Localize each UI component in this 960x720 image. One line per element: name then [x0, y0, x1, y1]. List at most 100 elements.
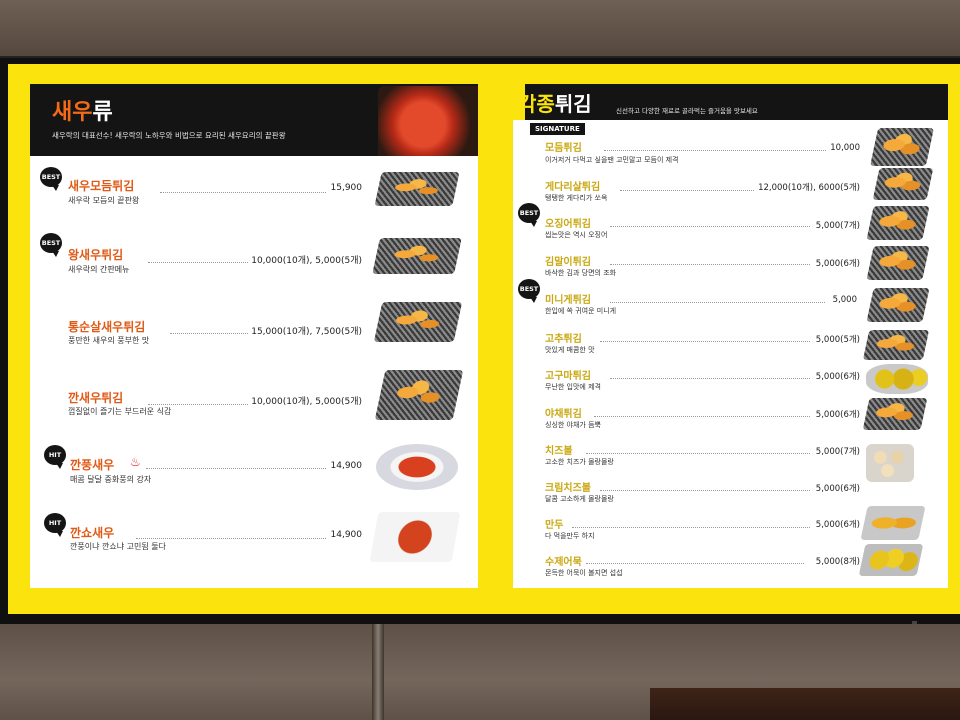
counter	[650, 688, 960, 720]
menu-item-desc: 씹는맛은 역시 오징어	[545, 231, 608, 239]
menu-item-name: 크림치즈볼	[545, 483, 591, 494]
menu-item-price: 5,000(6개)	[815, 372, 860, 382]
menu-item-name: 새우모듬튀김	[68, 179, 135, 193]
title-rest: 류	[92, 100, 113, 125]
menu-item-name: 미니게튀김	[545, 295, 591, 306]
menu-item-name: 고추튀김	[545, 334, 582, 345]
dotted-leader	[610, 264, 810, 265]
menu-item-price: 15,000(10개), 7,500(5개)	[251, 327, 362, 337]
menu-item-desc: 새우락의 간판메뉴	[68, 265, 130, 274]
menu-item-price: 5,000(6개)	[815, 259, 860, 269]
menu-item-name: 수제어묵	[545, 557, 582, 568]
food-photo	[858, 544, 924, 576]
dotted-leader	[600, 490, 810, 491]
dotted-leader	[586, 453, 810, 454]
menu-item-price: 12,000(10개), 6000(5개)	[758, 183, 860, 193]
shrimp-menu-title: 새우류	[52, 94, 113, 126]
fried-menu-title: 각종튀김	[518, 88, 592, 117]
menu-item-desc: 이거저거 다먹고 싶을땐 고민말고 모듬이 제격	[545, 156, 679, 164]
menu-item-name: 통순살새우튀김	[68, 320, 146, 334]
menu-item-price: 10,000	[830, 143, 860, 153]
food-photo	[369, 512, 461, 562]
signature-badge: SIGNATURE	[530, 123, 585, 135]
menu-item-price: 14,900	[330, 461, 363, 471]
dotted-leader	[604, 150, 826, 151]
best-badge: BEST	[40, 233, 62, 257]
menu-item-name: 고구마튀김	[545, 371, 591, 382]
dotted-leader	[594, 416, 810, 417]
menu-item-desc: 맛있게 매콤한 맛	[545, 346, 595, 354]
menu-item-desc: 무난한 입맛에 제격	[545, 383, 601, 391]
dotted-leader	[610, 226, 810, 227]
menu-item-desc: 풍만한 새우의 풍부한 맛	[68, 336, 150, 345]
food-photo	[866, 206, 930, 240]
menu-item-desc: 매콤 달달 중화풍의 강자	[70, 475, 152, 484]
food-photo	[869, 128, 935, 166]
title-rest: 튀김	[554, 92, 592, 116]
menu-item-price: 5,000(7개)	[815, 221, 860, 231]
menu-item-price: 5,000	[832, 295, 857, 305]
wall-top	[0, 0, 960, 58]
menu-item-name: 깐풍새우	[70, 458, 115, 472]
menu-item-name: 게다리살튀김	[545, 182, 601, 193]
food-photo	[372, 238, 462, 274]
food-photo	[860, 506, 926, 540]
menu-item-price: 14,900	[330, 530, 363, 540]
dotted-leader	[600, 341, 810, 342]
dotted-leader	[572, 527, 810, 528]
menu-item-desc: 고소한 치즈가 몰랑몰랑	[545, 458, 614, 466]
menu-item-price: 5,000(7개)	[815, 447, 860, 457]
food-photo	[866, 444, 914, 482]
dotted-leader	[610, 302, 825, 303]
hit-badge: HIT	[44, 445, 66, 469]
title-accent: 각종	[518, 92, 555, 116]
menu-item-desc: 한입에 쏙 귀여운 미니게	[545, 307, 617, 315]
food-photo	[374, 172, 460, 206]
menu-item-desc: 바삭한 김과 당면의 조화	[545, 269, 617, 277]
fried-menu-subtitle: 신선하고 다양한 재료로 골라먹는 즐거움을 맛보세요	[616, 107, 758, 115]
food-photo	[866, 288, 930, 322]
menu-item-name: 깐쇼새우	[70, 526, 115, 540]
menu-item-price: 5,000(6개)	[815, 410, 860, 420]
food-photo	[862, 398, 928, 430]
food-photo	[862, 330, 930, 360]
menu-item-price: 5,000(5개)	[815, 335, 860, 345]
menu-item-name: 김말이튀김	[545, 257, 591, 268]
dotted-leader	[610, 378, 810, 379]
tv-led	[912, 621, 917, 624]
food-photo	[373, 302, 463, 342]
best-badge: BEST	[518, 279, 540, 303]
dotted-leader	[146, 468, 326, 469]
menu-item-name: 치즈볼	[545, 446, 573, 457]
menu-item-price: 5,000(6개)	[815, 520, 860, 530]
title-accent: 새우	[52, 100, 93, 125]
menu-item-desc: 다 먹을만두 하지	[545, 532, 595, 540]
menu-item-name: 야채튀김	[545, 409, 582, 420]
best-badge: BEST	[518, 203, 540, 227]
menu-item-name: 만두	[545, 520, 564, 531]
mount-pole	[372, 618, 384, 720]
menu-item-price: 15,900	[330, 183, 363, 193]
food-photo	[374, 370, 464, 420]
dotted-leader	[586, 563, 804, 564]
menu-item-price: 10,000(10개), 5,000(5개)	[251, 256, 362, 266]
menu-item-name: 왕새우튀김	[68, 248, 124, 262]
food-photo	[872, 168, 934, 200]
food-photo	[866, 364, 928, 394]
menu-item-desc: 탱탱한 게다리가 쏘옥	[545, 194, 608, 202]
menu-item-price: 10,000(10개), 5,000(5개)	[251, 397, 362, 407]
menu-item-price: 5,000(6개)	[815, 484, 860, 494]
dotted-leader	[136, 538, 326, 539]
menu-item-desc: 새우락 모듬의 끝판왕	[68, 196, 140, 205]
food-photo	[866, 246, 930, 280]
food-photo	[376, 444, 458, 490]
menu-item-desc: 깐풍이냐 깐쇼냐 고민됨 둘다	[70, 542, 166, 551]
hit-badge: HIT	[44, 513, 66, 537]
chili-icon: ♨	[130, 455, 141, 469]
menu-item-name: 깐새우튀김	[68, 391, 124, 405]
menu-item-price: 5,000(8개)	[815, 557, 860, 567]
header-shrimp-photo	[378, 86, 478, 156]
best-badge: BEST	[40, 167, 62, 191]
shrimp-menu-subtitle: 새우락의 대표선수! 새우락의 노하우와 비법으로 요리된 새우요리의 끝판왕	[52, 131, 286, 140]
menu-item-desc: 몬득한 어묵이 볼지면 섭섭	[545, 569, 623, 577]
